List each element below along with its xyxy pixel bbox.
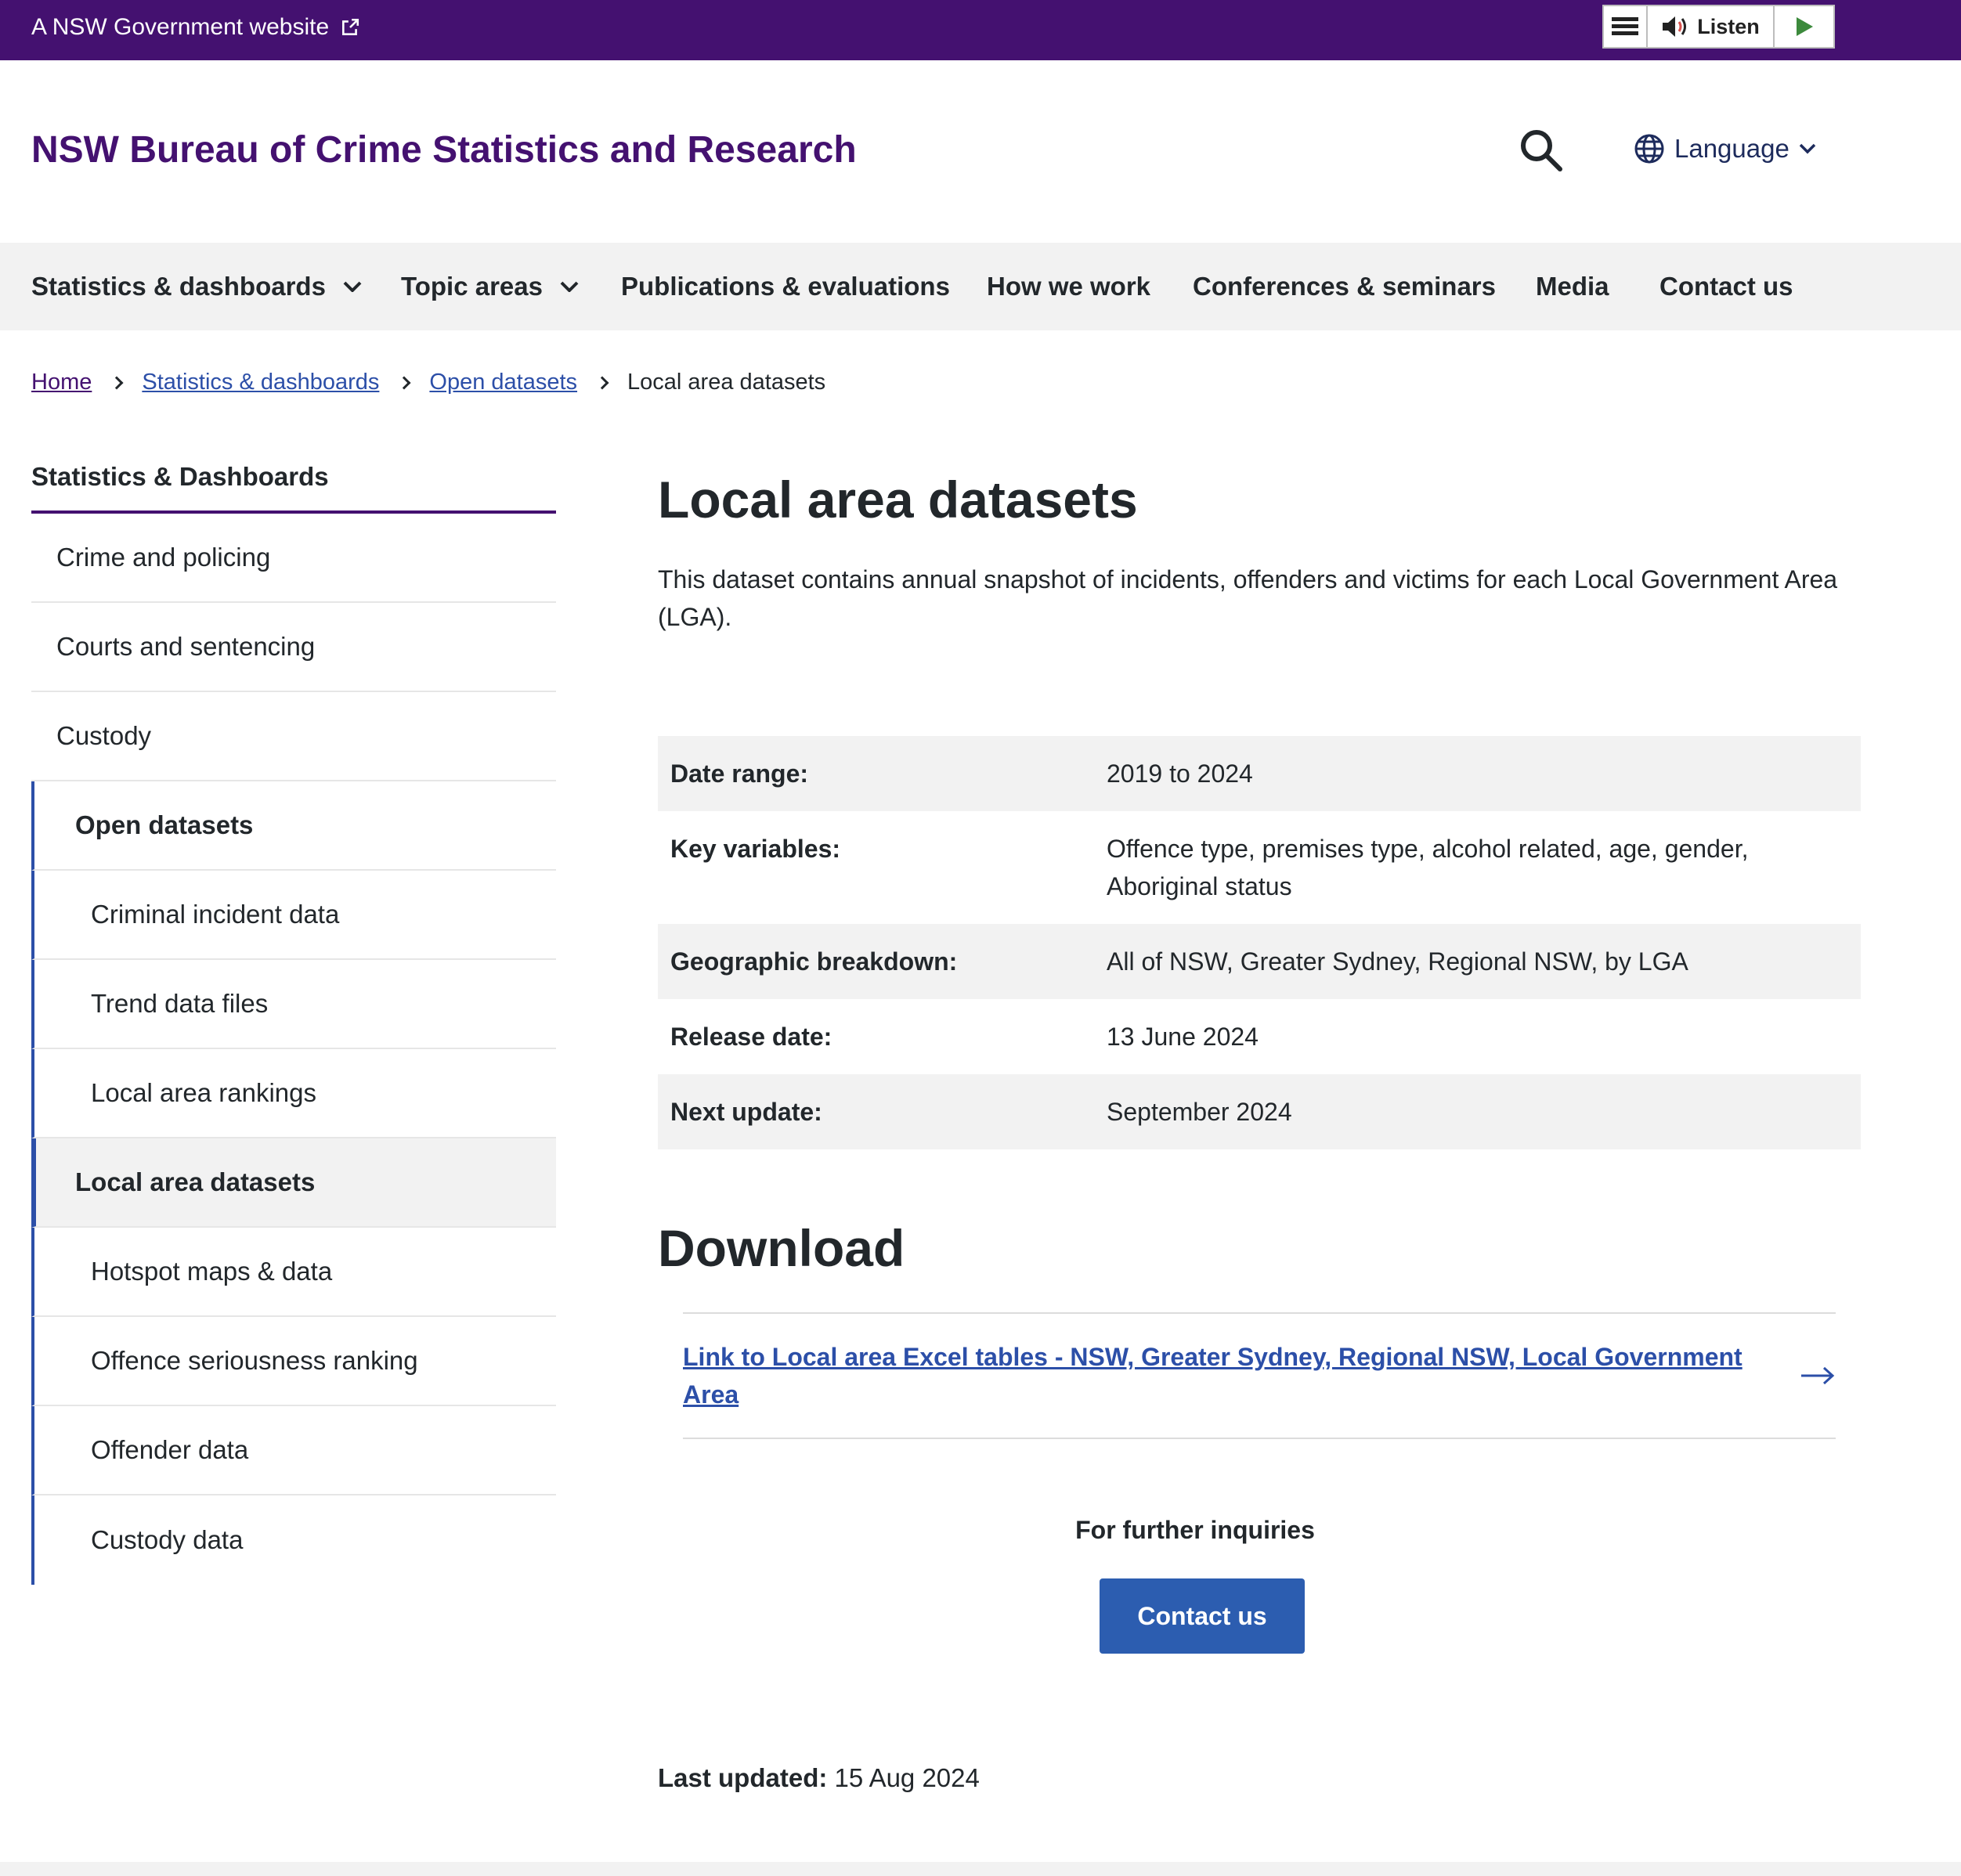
language-label: Language (1674, 134, 1789, 163)
breadcrumb-open-datasets[interactable]: Open datasets (429, 370, 577, 395)
sidebar-item-label: Criminal incident data (91, 900, 340, 929)
contact-us-button[interactable]: Contact us (1100, 1578, 1305, 1654)
sidebar-item-label: Crime and policing (56, 543, 271, 572)
menu-icon (1612, 17, 1638, 35)
breadcrumb-statistics-dashboards[interactable]: Statistics & dashboards (142, 370, 379, 395)
nav-conferences-seminars[interactable]: Conferences & seminars (1193, 243, 1496, 330)
nav-label: Contact us (1659, 272, 1793, 301)
sidebar-item-custody[interactable]: Custody (31, 692, 556, 781)
nav-label: Media (1536, 272, 1609, 301)
chevron-down-icon (1799, 143, 1816, 154)
sidebar-item-label: Local area datasets (75, 1167, 316, 1196)
sidebar-item-label: Custody (56, 721, 152, 750)
table-row: Next update: September 2024 (658, 1074, 1861, 1149)
listen-menu-button[interactable] (1604, 6, 1648, 47)
inquiries-label: For further inquiries (1075, 1516, 1315, 1544)
sidebar-item-label: Courts and sentencing (56, 632, 316, 661)
nav-label: Conferences & seminars (1193, 272, 1496, 301)
sidebar-item-crime-policing[interactable]: Crime and policing (31, 514, 556, 603)
detail-label: Key variables: (670, 835, 841, 863)
primary-navigation: Statistics & dashboards Topic areas Publ… (0, 243, 1961, 330)
gov-label: A NSW Government website (31, 14, 330, 40)
sidebar-item-label: Hotspot maps & data (91, 1257, 333, 1286)
chevron-right-icon (397, 376, 411, 389)
external-link-icon (342, 18, 359, 35)
search-icon (1521, 130, 1562, 171)
detail-value: All of NSW, Greater Sydney, Regional NSW… (1107, 947, 1688, 976)
detail-value: Offence type, premises type, alcohol rel… (1107, 835, 1749, 900)
download-card[interactable]: Link to Local area Excel tables - NSW, G… (683, 1312, 1836, 1439)
sidebar-item-criminal-incident-data[interactable]: Criminal incident data (31, 871, 556, 960)
breadcrumb-home[interactable]: Home (31, 370, 92, 395)
nav-statistics-dashboards[interactable]: Statistics & dashboards (31, 243, 362, 330)
nav-contact-us[interactable]: Contact us (1659, 243, 1793, 330)
detail-value: September 2024 (1107, 1098, 1292, 1126)
language-selector[interactable]: Language (1634, 133, 1816, 164)
table-row: Geographic breakdown: All of NSW, Greate… (658, 924, 1861, 999)
detail-value: 2019 to 2024 (1107, 759, 1253, 788)
table-row: Key variables: Offence type, premises ty… (658, 811, 1861, 924)
nav-publications-evaluations[interactable]: Publications & evaluations (621, 243, 950, 330)
speaker-icon (1663, 16, 1687, 37)
sidebar-item-label: Offence seriousness ranking (91, 1346, 418, 1375)
footer-strip (0, 1862, 1961, 1876)
last-updated-label: Last updated: (658, 1763, 828, 1792)
detail-value: 13 June 2024 (1107, 1023, 1259, 1051)
sidebar-item-label: Trend data files (91, 989, 269, 1018)
sidebar-item-label: Offender data (91, 1435, 249, 1464)
detail-label: Date range: (670, 759, 809, 788)
table-row: Date range: 2019 to 2024 (658, 736, 1861, 811)
detail-label: Geographic breakdown: (670, 947, 958, 976)
dataset-details-table: Date range: 2019 to 2024 Key variables: … (658, 736, 1861, 1149)
nav-label: Statistics & dashboards (31, 272, 326, 301)
last-updated: Last updated: 15 Aug 2024 (658, 1763, 980, 1793)
sidebar-item-label: Open datasets (75, 810, 254, 839)
sidebar-nav: Crime and policing Courts and sentencing… (31, 514, 556, 1585)
sidebar-heading[interactable]: Statistics & Dashboards (31, 462, 556, 514)
nav-how-we-work[interactable]: How we work (987, 243, 1150, 330)
sidebar-item-hotspot-maps[interactable]: Hotspot maps & data (31, 1228, 556, 1317)
sidebar-item-local-area-datasets[interactable]: Local area datasets (31, 1138, 556, 1228)
page-intro: This dataset contains annual snapshot of… (658, 565, 1838, 631)
nav-label: Publications & evaluations (621, 272, 950, 301)
chevron-down-icon (560, 281, 579, 292)
arrow-right-icon[interactable] (1800, 1366, 1836, 1386)
chevron-right-icon (110, 376, 124, 389)
breadcrumb: Home Statistics & dashboards Open datase… (31, 370, 825, 395)
nsw-government-link[interactable]: A NSW Government website (31, 14, 360, 41)
breadcrumb-current: Local area datasets (627, 370, 826, 395)
chevron-right-icon (595, 376, 609, 389)
detail-label: Release date: (670, 1023, 832, 1051)
nav-topic-areas[interactable]: Topic areas (401, 243, 579, 330)
sidebar-item-label: Local area rankings (91, 1078, 317, 1107)
globe-icon (1634, 134, 1664, 164)
play-button[interactable] (1775, 6, 1833, 47)
site-title[interactable]: NSW Bureau of Crime Statistics and Resea… (31, 128, 857, 171)
detail-label: Next update: (670, 1098, 822, 1126)
page-title: Local area datasets (658, 471, 1138, 529)
table-row: Release date: 13 June 2024 (658, 999, 1861, 1074)
download-link[interactable]: Link to Local area Excel tables - NSW, G… (683, 1338, 1748, 1413)
sidebar-item-courts-sentencing[interactable]: Courts and sentencing (31, 603, 556, 692)
sidebar-item-local-area-rankings[interactable]: Local area rankings (31, 1049, 556, 1138)
chevron-down-icon (343, 281, 362, 292)
download-heading: Download (658, 1219, 905, 1277)
government-masthead: A NSW Government website Listen (0, 0, 1961, 60)
sidebar-item-label: Custody data (91, 1525, 244, 1554)
nav-label: How we work (987, 272, 1151, 301)
nav-label: Topic areas (401, 272, 543, 301)
play-icon (1796, 17, 1813, 36)
sidebar-item-trend-data-files[interactable]: Trend data files (31, 960, 556, 1049)
nav-media[interactable]: Media (1536, 243, 1609, 330)
last-updated-value: 15 Aug 2024 (834, 1763, 980, 1792)
listen-label: Listen (1697, 14, 1760, 38)
listen-widget: Listen (1602, 5, 1835, 49)
sidebar-item-offence-seriousness[interactable]: Offence seriousness ranking (31, 1317, 556, 1406)
sidebar-item-offender-data[interactable]: Offender data (31, 1406, 556, 1495)
listen-button[interactable]: Listen (1648, 6, 1775, 47)
sidebar-item-open-datasets[interactable]: Open datasets (31, 781, 556, 871)
sidebar-item-custody-data[interactable]: Custody data (31, 1495, 556, 1585)
search-button[interactable] (1519, 128, 1563, 172)
